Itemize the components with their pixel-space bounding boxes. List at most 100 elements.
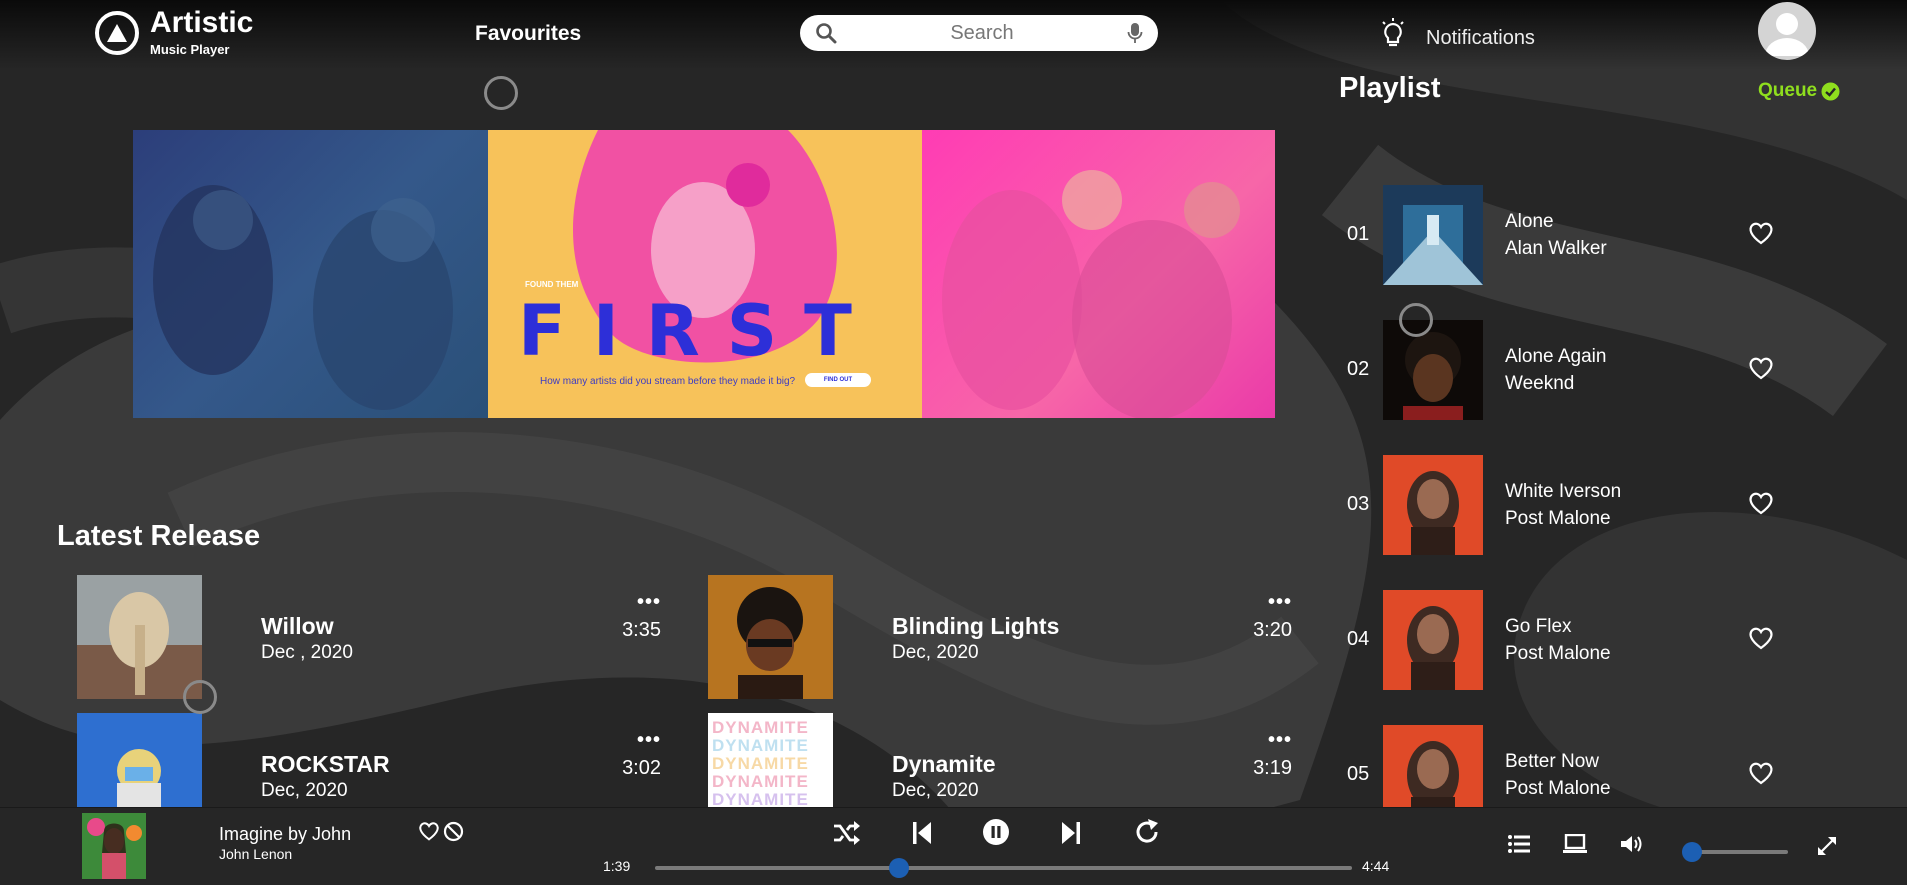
player-bar: Imagine by John John Lenon 1:39 4:44 <box>0 807 1907 885</box>
playlist-cover <box>1383 590 1483 690</box>
fullscreen-icon[interactable] <box>1817 836 1837 856</box>
song-artist: Post Malone <box>1505 508 1611 529</box>
playlist-title: Playlist <box>1339 72 1441 104</box>
song-artist: Weeknd <box>1505 373 1575 394</box>
song-title: White Iverson <box>1505 481 1622 502</box>
elapsed-time: 1:39 <box>603 858 631 874</box>
banner-photo-left <box>133 130 488 418</box>
volume-handle[interactable] <box>1682 842 1702 862</box>
track-number: 01 <box>1347 223 1370 245</box>
search-input[interactable] <box>837 21 1127 45</box>
block-icon[interactable] <box>443 821 464 842</box>
track-number: 02 <box>1347 358 1370 380</box>
more-options-icon[interactable]: ••• <box>1268 591 1292 614</box>
track-number: 04 <box>1347 628 1370 650</box>
release-duration: 3:35 <box>622 619 661 641</box>
user-avatar-icon[interactable] <box>1758 2 1816 60</box>
release-item-blinding-lights[interactable]: Blinding Lights Dec, 2020 ••• 3:20 <box>708 575 1292 699</box>
loading-ring-icon <box>183 680 217 714</box>
album-cover-dynamite: DYNAMITE DYNAMITE DYNAMITE DYNAMITE DYNA… <box>708 713 833 807</box>
track-number: 03 <box>1347 493 1370 515</box>
track-number: 05 <box>1347 763 1370 785</box>
playlist-item[interactable]: 01 Alone Alan Walker <box>1347 185 1777 285</box>
song-artist: Post Malone <box>1505 643 1611 664</box>
release-title: Blinding Lights <box>892 613 1060 639</box>
heart-icon[interactable] <box>1748 356 1774 380</box>
release-item-rockstar[interactable]: ROCKSTAR Dec, 2020 ••• 3:02 <box>77 713 661 807</box>
playlist-item[interactable]: 04 Go Flex Post Malone <box>1347 590 1777 690</box>
more-options-icon[interactable]: ••• <box>1268 729 1292 752</box>
dynamite-cover-text: DYNAMITE <box>712 754 809 773</box>
banner-kicker: FOUND THEM <box>525 280 579 289</box>
repeat-icon[interactable] <box>1134 818 1160 846</box>
banner-center-panel: FOUND THEM FIRST How many artists did yo… <box>488 130 922 418</box>
heart-icon[interactable] <box>1748 626 1774 650</box>
latest-release-title: Latest Release <box>57 520 261 552</box>
progress-slider[interactable] <box>655 858 1352 878</box>
volume-icon[interactable] <box>1620 834 1644 854</box>
release-date: Dec, 2020 <box>892 780 979 801</box>
notifications-label: Notifications <box>1426 27 1535 49</box>
release-item-dynamite[interactable]: DYNAMITE DYNAMITE DYNAMITE DYNAMITE DYNA… <box>708 713 1292 807</box>
heart-icon[interactable] <box>1748 761 1774 785</box>
release-date: Dec, 2020 <box>892 642 979 663</box>
album-cover-rockstar <box>77 713 202 807</box>
release-date: Dec , 2020 <box>261 642 353 663</box>
logo-text: Artistic Music Player <box>150 6 254 58</box>
song-artist: Alan Walker <box>1505 238 1607 259</box>
release-duration: 3:20 <box>1253 619 1292 641</box>
album-cover-willow <box>77 575 202 699</box>
release-duration: 3:19 <box>1253 757 1292 779</box>
shuffle-icon[interactable] <box>832 820 860 846</box>
notifications-button[interactable]: Notifications <box>1380 18 1535 50</box>
now-playing-artist: John Lenon <box>219 846 293 862</box>
playlist-cover <box>1383 185 1483 285</box>
banner-question: How many artists did you stream before t… <box>540 376 796 387</box>
queue-list-icon[interactable] <box>1508 835 1530 853</box>
search-icon <box>816 23 837 44</box>
playlist-cover <box>1383 725 1483 807</box>
previous-icon[interactable] <box>912 820 932 846</box>
heart-icon[interactable] <box>418 821 440 841</box>
volume-slider[interactable] <box>1682 842 1788 862</box>
app-subtitle: Music Player <box>150 42 230 57</box>
album-cover-blinding-lights <box>708 575 833 699</box>
more-options-icon[interactable]: ••• <box>637 729 661 752</box>
lightbulb-icon <box>1382 18 1404 47</box>
search-bar[interactable] <box>800 15 1158 51</box>
release-date: Dec, 2020 <box>261 780 348 801</box>
playlist-item[interactable]: 03 White Iverson Post Malone <box>1347 455 1777 555</box>
favourites-link[interactable]: Favourites <box>475 22 581 46</box>
heart-icon[interactable] <box>1748 491 1774 515</box>
playlist-cover <box>1383 320 1483 420</box>
release-title: Willow <box>261 613 334 639</box>
dynamite-cover-text: DYNAMITE <box>712 736 809 755</box>
next-icon[interactable] <box>1061 820 1081 846</box>
pause-icon[interactable] <box>982 818 1010 846</box>
app-logo[interactable]: Artistic Music Player <box>95 8 253 57</box>
app-title: Artistic <box>150 6 254 39</box>
playlist-item[interactable]: 05 Better Now Post Malone <box>1347 725 1777 807</box>
banner-photo-right <box>922 130 1275 418</box>
song-artist: Post Malone <box>1505 778 1611 799</box>
now-playing-title: Imagine by John <box>219 824 352 844</box>
song-title: Alone Again <box>1505 346 1607 367</box>
song-title: Go Flex <box>1505 616 1572 637</box>
queue-button[interactable]: Queue <box>1758 80 1840 102</box>
progress-handle[interactable] <box>888 858 909 878</box>
playlist-cover <box>1383 455 1483 555</box>
queue-label: Queue <box>1758 80 1818 101</box>
mic-icon[interactable] <box>1127 22 1143 44</box>
song-title: Alone <box>1505 211 1554 232</box>
release-item-willow[interactable]: Willow Dec , 2020 ••• 3:35 <box>77 575 661 699</box>
find-out-button[interactable]: FIND OUT <box>805 373 871 387</box>
dynamite-cover-text: DYNAMITE <box>712 790 809 808</box>
device-icon[interactable] <box>1563 834 1587 854</box>
promo-banner[interactable]: FOUND THEM FIRST How many artists did yo… <box>133 130 1275 418</box>
heart-icon[interactable] <box>1748 221 1774 245</box>
release-duration: 3:02 <box>622 757 661 779</box>
banner-headline: FIRST <box>518 290 879 372</box>
more-options-icon[interactable]: ••• <box>637 591 661 614</box>
dynamite-cover-text: DYNAMITE <box>712 772 809 791</box>
check-circle-icon <box>1821 82 1840 100</box>
